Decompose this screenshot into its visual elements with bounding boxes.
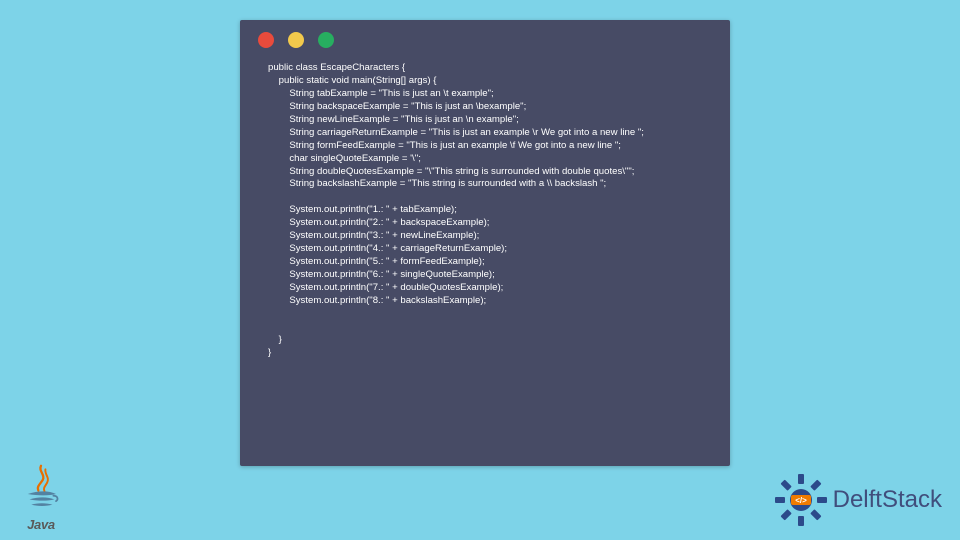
java-cup-icon (18, 464, 64, 517)
maximize-icon (318, 32, 334, 48)
delftstack-text: DelftStack (833, 486, 942, 514)
svg-text:</>: </> (795, 496, 807, 505)
java-logo: Java (14, 464, 68, 532)
delftstack-logo: </> DelftStack (773, 472, 942, 528)
code-block: public class EscapeCharacters { public s… (240, 56, 730, 372)
java-text: Java (27, 517, 55, 532)
code-window: public class EscapeCharacters { public s… (240, 20, 730, 466)
traffic-lights (240, 20, 730, 56)
close-icon (258, 32, 274, 48)
gear-icon: </> (773, 472, 829, 528)
minimize-icon (288, 32, 304, 48)
